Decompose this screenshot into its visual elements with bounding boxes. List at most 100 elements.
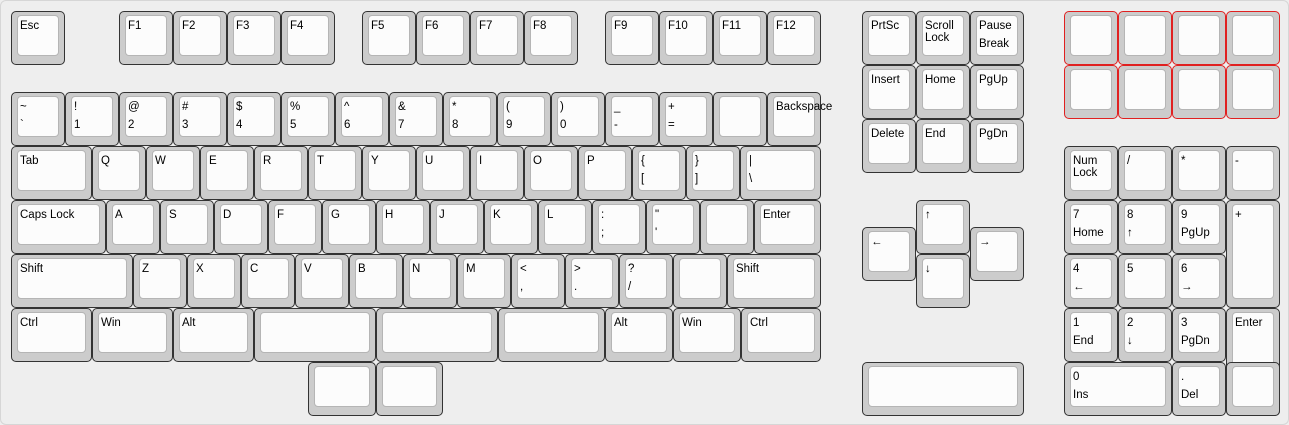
key-np-slash[interactable]: / [1118, 146, 1172, 200]
key-u[interactable]: U [416, 146, 470, 200]
key-6[interactable]: ^ 6 [335, 92, 389, 146]
key-lshift[interactable]: Shift [11, 254, 133, 308]
key-grave[interactable]: ~ ` [11, 92, 65, 146]
key-x[interactable]: X [187, 254, 241, 308]
key-arrow-down[interactable]: ↓ [916, 254, 970, 308]
key-blank-shift-row[interactable] [673, 254, 727, 308]
key-enter[interactable]: Enter [754, 200, 821, 254]
key-np-4[interactable]: 4 ← [1064, 254, 1118, 308]
key-lalt[interactable]: Alt [173, 308, 254, 362]
key-red-6[interactable] [1118, 65, 1172, 119]
key-2[interactable]: @2 [119, 92, 173, 146]
key-f10[interactable]: F10 [659, 11, 713, 65]
key-tab[interactable]: Tab [11, 146, 92, 200]
key-f6[interactable]: F6 [416, 11, 470, 65]
key-slash[interactable]: ? / [619, 254, 673, 308]
key-red-1[interactable] [1064, 11, 1118, 65]
key-prtsc[interactable]: PrtSc [862, 11, 916, 65]
key-numlock[interactable]: Num Lock [1064, 146, 1118, 200]
key-rbracket[interactable]: }] [686, 146, 740, 200]
key-0[interactable]: ) 0 [551, 92, 605, 146]
key-red-5[interactable] [1064, 65, 1118, 119]
key-c[interactable]: C [241, 254, 295, 308]
key-np-6[interactable]: 6 → [1172, 254, 1226, 308]
key-r[interactable]: R [254, 146, 308, 200]
key-red-4[interactable] [1226, 11, 1280, 65]
key-space-2[interactable] [376, 308, 498, 362]
key-pgdn[interactable]: PgDn [970, 119, 1024, 173]
key-f[interactable]: F [268, 200, 322, 254]
key-f8[interactable]: F8 [524, 11, 578, 65]
key-space-1[interactable] [254, 308, 376, 362]
key-lctrl[interactable]: Ctrl [11, 308, 92, 362]
key-lwin[interactable]: Win [92, 308, 173, 362]
key-q[interactable]: Q [92, 146, 146, 200]
key-w[interactable]: W [146, 146, 200, 200]
key-p[interactable]: P [578, 146, 632, 200]
key-g[interactable]: G [322, 200, 376, 254]
key-np-2[interactable]: 2 ↓ [1118, 308, 1172, 362]
key-pgup[interactable]: PgUp [970, 65, 1024, 119]
key-np-star[interactable]: * [1172, 146, 1226, 200]
key-np-8[interactable]: 8 ↑ [1118, 200, 1172, 254]
key-space-3[interactable] [498, 308, 605, 362]
key-z[interactable]: Z [133, 254, 187, 308]
key-b[interactable]: B [349, 254, 403, 308]
key-f2[interactable]: F2 [173, 11, 227, 65]
key-np-plus[interactable]: + [1226, 200, 1280, 308]
key-f7[interactable]: F7 [470, 11, 524, 65]
key-lbracket[interactable]: {[ [632, 146, 686, 200]
key-red-7[interactable] [1172, 65, 1226, 119]
key-s[interactable]: S [160, 200, 214, 254]
key-np-0[interactable]: 0 Ins [1064, 362, 1172, 416]
key-backslash[interactable]: | \ [740, 146, 821, 200]
key-thumb-2[interactable] [376, 362, 443, 416]
key-np-1[interactable]: 1 End [1064, 308, 1118, 362]
key-pause-break[interactable]: Pause Break [970, 11, 1024, 65]
key-semicolon[interactable]: :; [592, 200, 646, 254]
key-o[interactable]: O [524, 146, 578, 200]
key-np-7[interactable]: 7 Home [1064, 200, 1118, 254]
key-3[interactable]: #3 [173, 92, 227, 146]
key-f3[interactable]: F3 [227, 11, 281, 65]
key-red-3[interactable] [1172, 11, 1226, 65]
key-f5[interactable]: F5 [362, 11, 416, 65]
key-ralt[interactable]: Alt [605, 308, 673, 362]
key-t[interactable]: T [308, 146, 362, 200]
key-l[interactable]: L [538, 200, 592, 254]
key-5[interactable]: % 5 [281, 92, 335, 146]
key-np-blank[interactable] [1226, 362, 1280, 416]
key-8[interactable]: * 8 [443, 92, 497, 146]
key-d[interactable]: D [214, 200, 268, 254]
key-scroll-lock[interactable]: Scroll Lock [916, 11, 970, 65]
key-red-8[interactable] [1226, 65, 1280, 119]
key-home[interactable]: Home [916, 65, 970, 119]
key-np-minus[interactable]: - [1226, 146, 1280, 200]
key-np-5[interactable]: 5 [1118, 254, 1172, 308]
key-f11[interactable]: F11 [713, 11, 767, 65]
key-j[interactable]: J [430, 200, 484, 254]
key-k[interactable]: K [484, 200, 538, 254]
key-9[interactable]: (9 [497, 92, 551, 146]
key-np-3[interactable]: 3 PgDn [1172, 308, 1226, 362]
key-bottom-wide[interactable] [862, 362, 1024, 416]
key-1[interactable]: ! 1 [65, 92, 119, 146]
key-quote[interactable]: " ' [646, 200, 700, 254]
key-thumb-1[interactable] [308, 362, 376, 416]
key-f1[interactable]: F1 [119, 11, 173, 65]
key-period[interactable]: >. [565, 254, 619, 308]
key-np-dot[interactable]: . Del [1172, 362, 1226, 416]
key-f4[interactable]: F4 [281, 11, 335, 65]
key-rctrl[interactable]: Ctrl [741, 308, 821, 362]
key-blank-home-row[interactable] [700, 200, 754, 254]
key-blank-num-row[interactable] [713, 92, 767, 146]
key-h[interactable]: H [376, 200, 430, 254]
key-y[interactable]: Y [362, 146, 416, 200]
key-arrow-left[interactable]: ← [862, 227, 916, 281]
key-f9[interactable]: F9 [605, 11, 659, 65]
key-end[interactable]: End [916, 119, 970, 173]
key-insert[interactable]: Insert [862, 65, 916, 119]
key-e[interactable]: E [200, 146, 254, 200]
key-capslock[interactable]: Caps Lock [11, 200, 106, 254]
key-arrow-right[interactable]: → [970, 227, 1024, 281]
